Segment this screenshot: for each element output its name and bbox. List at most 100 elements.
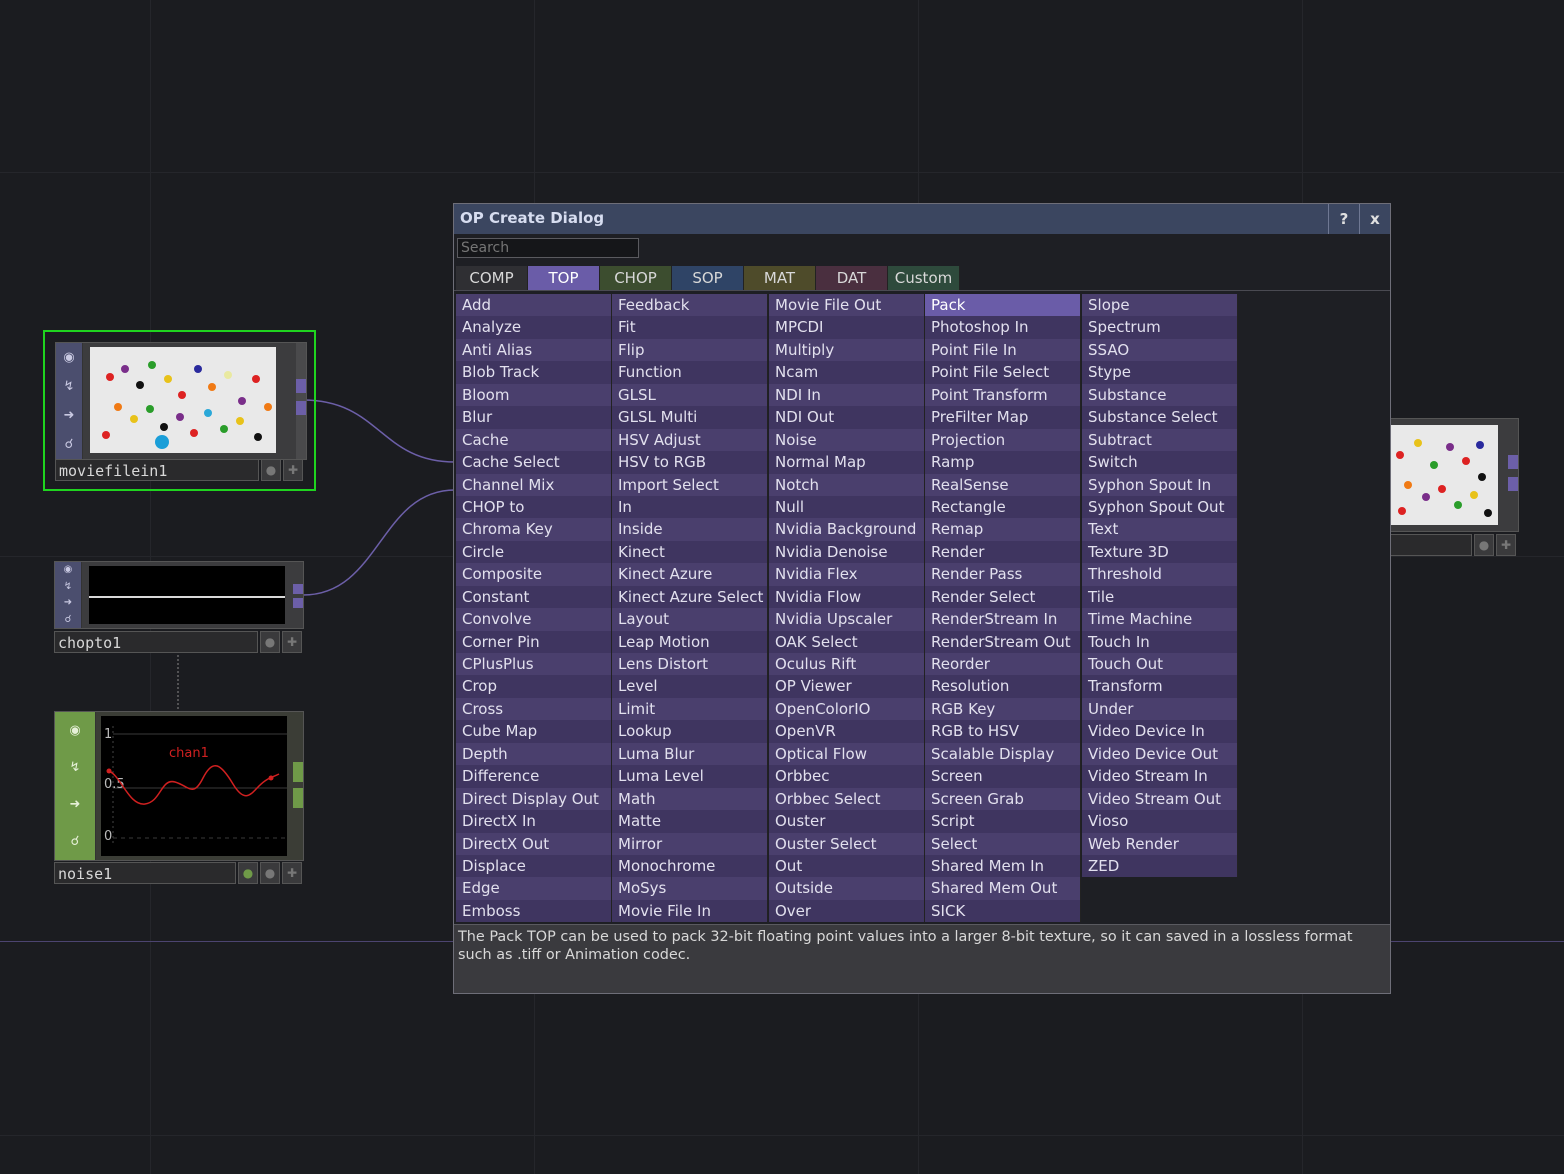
operator-item[interactable]: CPlusPlus (456, 653, 612, 676)
operator-item[interactable]: Ramp (925, 451, 1081, 474)
operator-item[interactable]: RealSense (925, 473, 1081, 496)
operator-item[interactable]: Point File In (925, 338, 1081, 362)
operator-item[interactable]: Chroma Key (456, 518, 612, 541)
cook-flag-icon[interactable]: ● (238, 862, 258, 884)
operator-item[interactable]: Lookup (612, 720, 768, 743)
operator-item[interactable]: Substance (1082, 383, 1238, 407)
operator-item[interactable]: RenderStream In (925, 608, 1081, 631)
tab-custom[interactable]: Custom (888, 266, 960, 290)
operator-item[interactable]: OAK Select (769, 630, 925, 653)
noise-node[interactable]: ◉ ↯ ➜ ☌ 1 0.5 0 chan1 noise1 ● ● ✚ (54, 711, 304, 886)
operator-item[interactable]: Render Pass (925, 563, 1081, 586)
operator-item[interactable]: DirectX In (456, 810, 612, 833)
operator-item[interactable]: Render (925, 540, 1081, 564)
add-op-icon[interactable]: ✚ (283, 459, 303, 481)
tab-top[interactable]: TOP (528, 266, 600, 290)
operator-item[interactable]: Layout (612, 608, 768, 631)
add-op-icon[interactable]: ✚ (1496, 534, 1516, 556)
operator-item[interactable]: Texture 3D (1082, 540, 1238, 564)
operator-item[interactable]: Matte (612, 810, 768, 833)
operator-item[interactable]: Rectangle (925, 495, 1081, 519)
operator-item[interactable]: HSV to RGB (612, 451, 768, 474)
tab-chop[interactable]: CHOP (600, 266, 672, 290)
output-connector[interactable] (293, 584, 303, 594)
operator-item[interactable]: Lens Distort (612, 653, 768, 676)
partial-moviefilein-node[interactable]: ● ✚ (1390, 418, 1520, 558)
bypass-icon[interactable]: ↯ (62, 379, 76, 394)
operator-item[interactable]: Optical Flow (769, 742, 925, 766)
operator-item[interactable]: Inside (612, 518, 768, 541)
operator-item[interactable]: Analyze (456, 316, 612, 339)
operator-item[interactable]: Video Stream In (1082, 765, 1238, 788)
operator-item[interactable]: Screen (925, 765, 1081, 788)
operator-item[interactable]: RGB Key (925, 697, 1081, 721)
operator-item[interactable]: Threshold (1082, 563, 1238, 586)
operator-item[interactable]: Level (612, 675, 768, 698)
operator-item[interactable]: RenderStream Out (925, 630, 1081, 653)
operator-item[interactable]: Web Render (1082, 832, 1238, 855)
operator-item[interactable]: In (612, 495, 768, 519)
operator-item[interactable]: Cache (456, 428, 612, 452)
operator-item[interactable]: Limit (612, 697, 768, 721)
operator-item[interactable]: Channel Mix (456, 473, 612, 496)
operator-item[interactable]: Bloom (456, 383, 612, 407)
operator-item[interactable]: Import Select (612, 473, 768, 496)
operator-item[interactable]: Flip (612, 338, 768, 362)
operator-item[interactable]: Outside (769, 877, 925, 900)
operator-item[interactable]: Out (769, 854, 925, 878)
operator-item[interactable]: MoSys (612, 877, 768, 900)
viewer-toggle-icon[interactable]: ◉ (61, 563, 75, 577)
operator-item[interactable]: Fit (612, 316, 768, 339)
operator-item[interactable]: Circle (456, 540, 612, 564)
operator-item[interactable]: Point Transform (925, 383, 1081, 407)
operator-item[interactable]: Composite (456, 563, 612, 586)
operator-item[interactable]: MPCDI (769, 316, 925, 339)
operator-item[interactable]: CHOP to (456, 495, 612, 519)
operator-item[interactable]: Reorder (925, 653, 1081, 676)
operator-item[interactable]: Nvidia Denoise (769, 540, 925, 564)
operator-item[interactable]: NDI Out (769, 406, 925, 429)
operator-item[interactable]: Substance Select (1082, 406, 1238, 429)
tab-dat[interactable]: DAT (816, 266, 888, 290)
operator-item[interactable]: Screen Grab (925, 787, 1081, 811)
operator-item[interactable]: Spectrum (1082, 316, 1238, 339)
operator-item[interactable]: Tile (1082, 585, 1238, 609)
operator-item[interactable]: Point File Select (925, 361, 1081, 384)
operator-item[interactable]: Ouster Select (769, 832, 925, 855)
tab-mat[interactable]: MAT (744, 266, 816, 290)
operator-item[interactable]: Touch Out (1082, 653, 1238, 676)
operator-item[interactable]: Mirror (612, 832, 768, 855)
operator-item[interactable]: Orbbec (769, 765, 925, 788)
bypass-icon[interactable]: ↯ (68, 760, 82, 775)
operator-item[interactable]: Feedback (612, 294, 768, 317)
help-button[interactable]: ? (1328, 204, 1359, 234)
output-connector[interactable] (293, 762, 303, 782)
operator-item[interactable]: Math (612, 787, 768, 811)
tab-sop[interactable]: SOP (672, 266, 744, 290)
lock-icon[interactable]: ☌ (62, 437, 76, 452)
operator-item[interactable]: OpenVR (769, 720, 925, 743)
operator-item[interactable]: Oculus Rift (769, 653, 925, 676)
operator-item[interactable]: Text (1082, 518, 1238, 541)
operator-item[interactable]: OP Viewer (769, 675, 925, 698)
operator-item[interactable]: Video Device In (1082, 720, 1238, 743)
operator-item[interactable]: Crop (456, 675, 612, 698)
output-connector[interactable] (296, 379, 306, 393)
add-op-icon[interactable]: ✚ (282, 862, 302, 884)
operator-item[interactable]: Subtract (1082, 428, 1238, 452)
viewer-toggle-icon[interactable]: ◉ (62, 350, 76, 365)
operator-item[interactable]: Movie File In (612, 899, 768, 923)
operator-item[interactable]: Kinect Azure Select (612, 585, 768, 609)
operator-item[interactable]: Select (925, 832, 1081, 855)
operator-item[interactable]: Time Machine (1082, 608, 1238, 631)
add-op-icon[interactable]: ✚ (282, 631, 302, 653)
operator-item[interactable]: Video Device Out (1082, 742, 1238, 766)
operator-item[interactable]: RGB to HSV (925, 720, 1081, 743)
operator-item[interactable]: Vioso (1082, 810, 1238, 833)
operator-item[interactable]: Kinect Azure (612, 563, 768, 586)
operator-item[interactable]: Multiply (769, 338, 925, 362)
viewer-active-icon[interactable]: ● (260, 862, 280, 884)
operator-item[interactable]: NDI In (769, 383, 925, 407)
operator-item[interactable]: HSV Adjust (612, 428, 768, 452)
operator-item[interactable]: Syphon Spout Out (1082, 495, 1238, 519)
